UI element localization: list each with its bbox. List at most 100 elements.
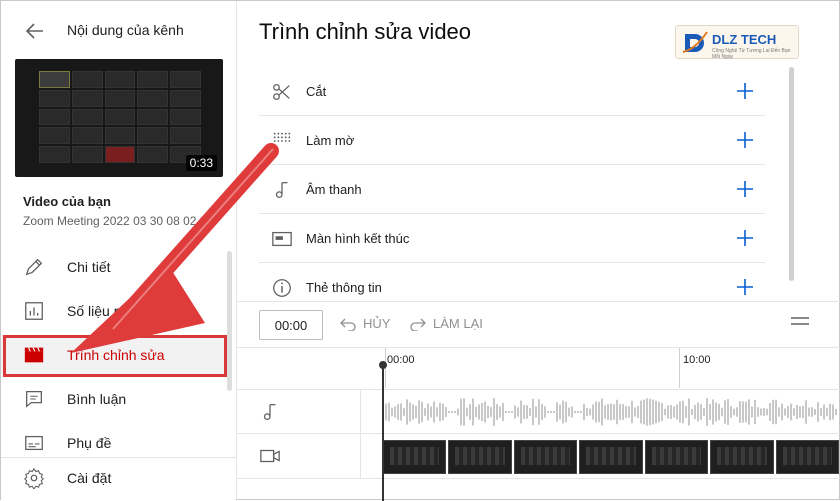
waveform-bar [580, 411, 582, 413]
sidebar-scrollbar[interactable] [227, 251, 232, 391]
video-thumbnail[interactable]: 0:33 [15, 59, 223, 177]
add-icon[interactable] [735, 179, 755, 199]
waveform-bar [538, 399, 540, 425]
timeline-zoom-menu-icon[interactable] [791, 316, 809, 326]
waveform-bar [616, 399, 618, 425]
video-filmstrip [383, 440, 839, 474]
waveform-bar [640, 400, 642, 424]
undo-button[interactable]: HỦY [339, 316, 390, 331]
waveform-bar [529, 408, 531, 416]
tool-label: Làm mờ [306, 133, 355, 148]
waveform-bar [559, 404, 561, 420]
timeline-ruler[interactable]: 00:00 10:00 [237, 347, 840, 389]
editor-main: Trình chỉnh sửa video DLZ TECH Công Nghệ… [237, 1, 840, 501]
waveform-bar [571, 406, 573, 418]
waveform-bar [508, 411, 510, 413]
waveform-bar [487, 405, 489, 419]
waveform-bar [697, 402, 699, 422]
analytics-icon [25, 302, 43, 320]
waveform-bar [517, 407, 519, 417]
waveform-bar [751, 406, 753, 418]
audio-waveform [385, 398, 837, 426]
annotation-highlight-box [3, 335, 227, 377]
waveform-bar [679, 401, 681, 423]
waveform-bar [667, 405, 669, 419]
audio-track[interactable] [237, 389, 840, 433]
tool-row-blur[interactable]: Làm mờ [259, 116, 765, 165]
waveform-bar [583, 404, 585, 420]
waveform-bar [493, 398, 495, 426]
waveform-bar [631, 400, 633, 424]
tool-label: Cắt [306, 84, 327, 99]
waveform-bar [607, 404, 609, 420]
playhead[interactable] [382, 363, 384, 501]
subtitles-icon [25, 435, 43, 451]
duration-badge: 0:33 [185, 155, 217, 171]
waveform-bar [712, 399, 714, 425]
waveform-bar [625, 406, 627, 418]
waveform-bar [706, 398, 708, 426]
tools-scrollbar[interactable] [789, 67, 794, 281]
waveform-bar [835, 408, 837, 416]
ruler-tick-label: 00:00 [387, 354, 415, 366]
waveform-bar [805, 400, 807, 424]
waveform-bar [730, 406, 732, 418]
redo-button[interactable]: LÀM LẠI [409, 316, 483, 331]
current-time-field[interactable]: 00:00 [259, 310, 323, 340]
waveform-bar [481, 402, 483, 422]
waveform-bar [526, 405, 528, 419]
waveform-bar [427, 403, 429, 421]
waveform-bar [511, 411, 513, 413]
app-frame: Nội dung của kênh 0:33 Video của bạn Zoo… [0, 0, 840, 501]
add-icon[interactable] [735, 81, 755, 101]
tool-row-trim[interactable]: Cắt [259, 67, 765, 116]
waveform-bar [565, 401, 567, 423]
sidebar-item-settings[interactable]: Cài đặt [1, 457, 236, 497]
waveform-bar [781, 403, 783, 421]
waveform-bar [409, 402, 411, 422]
waveform-bar [451, 411, 453, 413]
ruler-tick-label: 10:00 [683, 354, 711, 366]
waveform-bar [727, 399, 729, 425]
waveform-bar [793, 408, 795, 416]
waveform-bar [403, 408, 405, 416]
sidebar-item-comments[interactable]: Bình luận [1, 379, 231, 419]
waveform-bar [688, 398, 690, 426]
waveform-bar [709, 403, 711, 421]
waveform-bar [397, 404, 399, 420]
waveform-bar [505, 411, 507, 413]
waveform-bar [757, 407, 759, 417]
logo-brand-text: DLZ TECH [712, 32, 777, 47]
waveform-bar [652, 399, 654, 425]
add-icon[interactable] [735, 130, 755, 150]
tool-row-audio[interactable]: Âm thanh [259, 165, 765, 214]
scissors-icon [273, 84, 290, 100]
video-track[interactable] [237, 433, 840, 479]
page-title: Trình chỉnh sửa video [259, 19, 472, 44]
add-icon[interactable] [735, 277, 755, 297]
redo-icon [410, 318, 426, 331]
waveform-bar [412, 404, 414, 420]
waveform-bar [817, 402, 819, 422]
waveform-bar [661, 402, 663, 422]
playhead-handle[interactable] [379, 361, 387, 369]
tool-row-end-screen[interactable]: Màn hình kết thúc [259, 214, 765, 263]
waveform-bar [739, 401, 741, 423]
waveform-bar [469, 404, 471, 420]
waveform-bar [400, 403, 402, 421]
comment-icon [26, 391, 42, 408]
waveform-bar [460, 398, 462, 426]
waveform-bar [682, 400, 684, 424]
sidebar-item-details[interactable]: Chi tiết [1, 247, 231, 287]
back-arrow-icon[interactable] [23, 19, 47, 43]
waveform-bar [649, 398, 651, 426]
end-screen-icon [272, 231, 292, 247]
music-note-icon [275, 182, 288, 198]
waveform-bar [598, 401, 600, 423]
waveform-bar [745, 401, 747, 423]
waveform-bar [418, 400, 420, 424]
waveform-bar [388, 402, 390, 422]
add-icon[interactable] [735, 228, 755, 248]
sidebar-item-analytics[interactable]: Số liệu phân tích [1, 291, 231, 331]
waveform-bar [547, 411, 549, 413]
